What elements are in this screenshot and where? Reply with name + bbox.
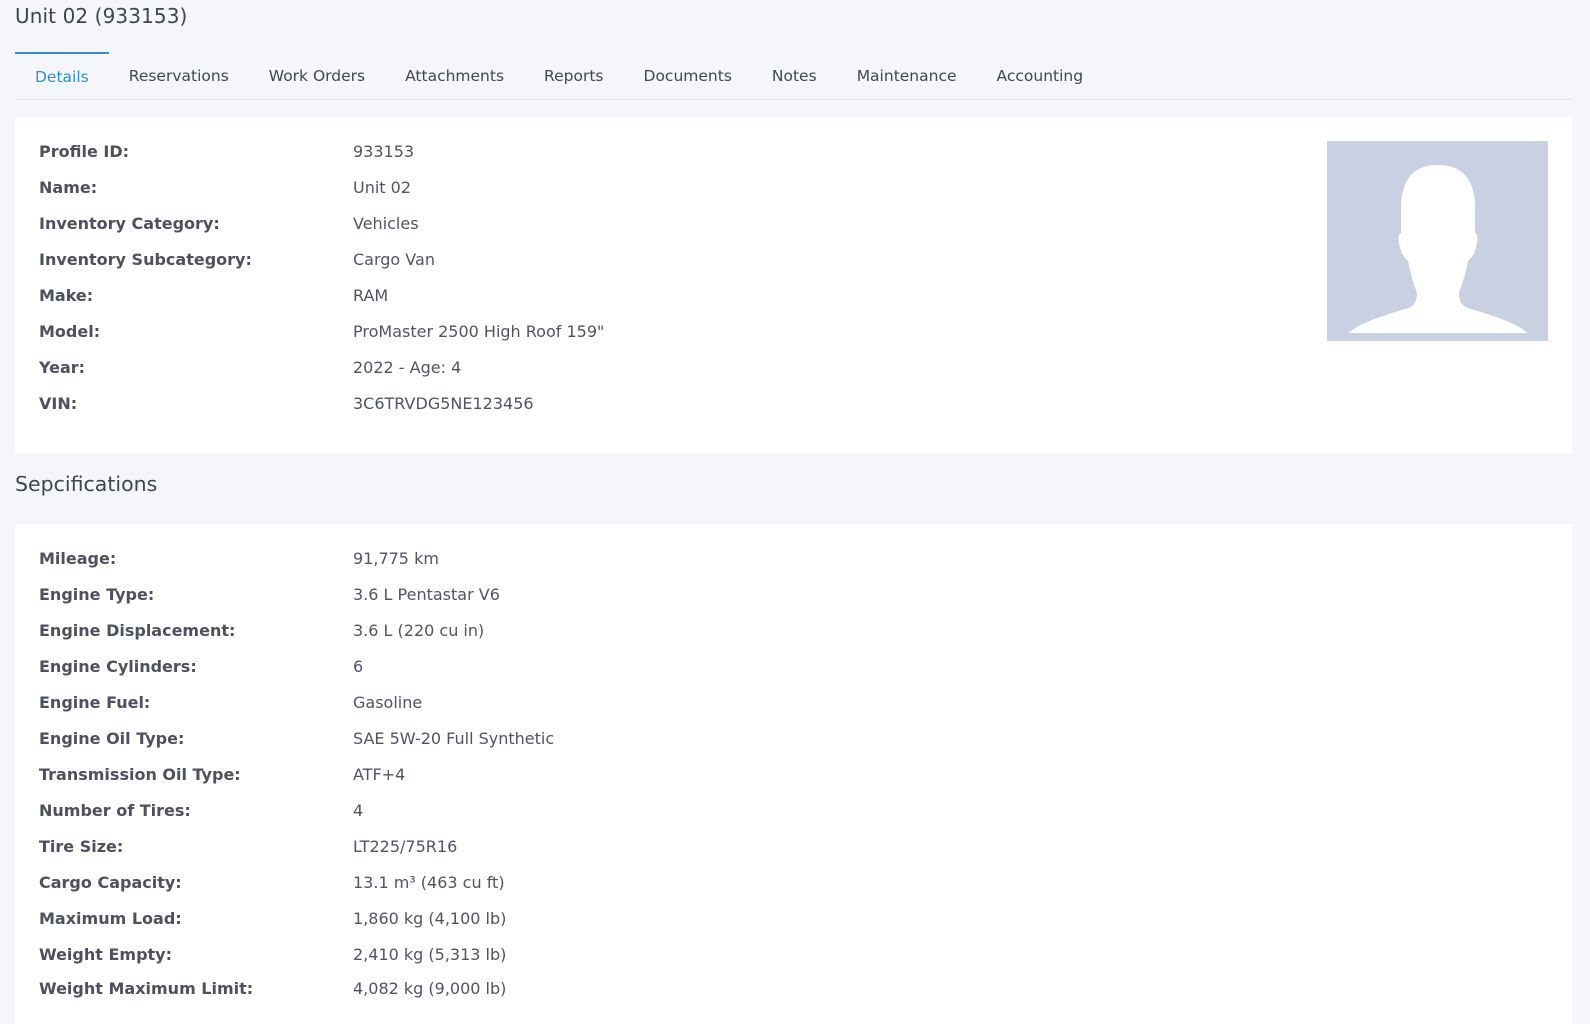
field-label: Maximum Load: <box>39 908 182 928</box>
detail-row-name: Name: Unit 02 <box>39 169 411 205</box>
spec-row-engine-fuel: Engine Fuel: Gasoline <box>39 684 422 720</box>
field-value: 13.1 m³ (463 cu ft) <box>353 872 505 892</box>
tab-notes[interactable]: Notes <box>752 52 837 99</box>
detail-row-make: Make: RAM <box>39 277 388 313</box>
field-value: 1,860 kg (4,100 lb) <box>353 908 507 928</box>
field-value: 3.6 L Pentastar V6 <box>353 584 500 604</box>
specifications-card: Mileage: 91,775 km Engine Type: 3.6 L Pe… <box>15 524 1572 1024</box>
tab-label: Maintenance <box>856 66 957 85</box>
tab-label: Details <box>35 68 89 86</box>
tab-work-orders[interactable]: Work Orders <box>249 52 385 99</box>
tab-details[interactable]: Details <box>15 52 109 99</box>
field-value: 2022 - Age: 4 <box>353 357 462 377</box>
field-label: Engine Oil Type: <box>39 728 185 748</box>
field-label: Engine Fuel: <box>39 692 151 712</box>
field-value: Gasoline <box>353 692 423 712</box>
field-label: Transmission Oil Type: <box>39 764 241 784</box>
field-value: 4,082 kg (9,000 lb) <box>353 978 507 998</box>
tab-attachments[interactable]: Attachments <box>385 52 524 99</box>
tab-accounting[interactable]: Accounting <box>977 52 1104 99</box>
spec-row-number-of-tires: Number of Tires: 4 <box>39 792 363 828</box>
detail-row-inventory-subcategory: Inventory Subcategory: Cargo Van <box>39 241 435 277</box>
field-label: Inventory Subcategory: <box>39 249 252 269</box>
spec-row-tire-size: Tire Size: LT225/75R16 <box>39 828 457 864</box>
field-label: Engine Displacement: <box>39 620 236 640</box>
tab-label: Documents <box>643 66 732 85</box>
spec-row-engine-oil-type: Engine Oil Type: SAE 5W-20 Full Syntheti… <box>39 720 554 756</box>
page-title: Unit 02 (933153) <box>15 4 188 28</box>
field-label: Tire Size: <box>39 836 124 856</box>
field-label: Weight Empty: <box>39 944 173 964</box>
field-value: ProMaster 2500 High Roof 159" <box>353 321 605 341</box>
tab-reservations[interactable]: Reservations <box>109 52 249 99</box>
field-label: Inventory Category: <box>39 213 220 233</box>
field-label: Number of Tires: <box>39 800 191 820</box>
spec-row-weight-empty: Weight Empty: 2,410 kg (5,313 lb) <box>39 936 506 972</box>
spec-row-engine-type: Engine Type: 3.6 L Pentastar V6 <box>39 576 500 612</box>
tab-label: Reports <box>544 66 604 85</box>
tab-documents[interactable]: Documents <box>624 52 752 99</box>
field-label: Engine Type: <box>39 584 155 604</box>
field-value: 3.6 L (220 cu in) <box>353 620 485 640</box>
field-label: Engine Cylinders: <box>39 656 197 676</box>
specifications-title: Sepcifications <box>15 472 158 496</box>
spec-row-cargo-capacity: Cargo Capacity: 13.1 m³ (463 cu ft) <box>39 864 505 900</box>
field-value: 933153 <box>353 141 415 161</box>
field-value: SAE 5W-20 Full Synthetic <box>353 728 555 748</box>
field-value: RAM <box>353 285 389 305</box>
details-card: Profile ID: 933153 Name: Unit 02 Invento… <box>15 117 1572 453</box>
field-label: Name: <box>39 177 98 197</box>
tab-bar: Details Reservations Work Orders Attachm… <box>15 52 1572 100</box>
field-label: Model: <box>39 321 101 341</box>
tab-reports[interactable]: Reports <box>524 52 623 99</box>
user-silhouette-icon <box>1327 165 1548 341</box>
detail-row-profile-id: Profile ID: 933153 <box>39 133 414 169</box>
field-label: VIN: <box>39 393 78 413</box>
tab-label: Notes <box>771 66 817 85</box>
field-value: 6 <box>353 656 364 676</box>
spec-row-mileage: Mileage: 91,775 km <box>39 540 439 576</box>
detail-row-year: Year: 2022 - Age: 4 <box>39 349 461 385</box>
field-value: LT225/75R16 <box>353 836 458 856</box>
field-label: Make: <box>39 285 94 305</box>
tab-label: Attachments <box>405 66 505 85</box>
detail-row-model: Model: ProMaster 2500 High Roof 159" <box>39 313 604 349</box>
spec-row-engine-cylinders: Engine Cylinders: 6 <box>39 648 363 684</box>
detail-row-inventory-category: Inventory Category: Vehicles <box>39 205 419 241</box>
field-value: Cargo Van <box>353 249 435 269</box>
detail-row-vin: VIN: 3C6TRVDG5NE123456 <box>39 385 534 421</box>
tab-label: Reservations <box>128 66 229 85</box>
spec-row-weight-maximum-limit: Weight Maximum Limit: 4,082 kg (9,000 lb… <box>39 970 506 1006</box>
field-label: Weight Maximum Limit: <box>39 978 254 998</box>
field-value: 91,775 km <box>353 548 439 568</box>
field-label: Mileage: <box>39 548 117 568</box>
spec-row-transmission-oil-type: Transmission Oil Type: ATF+4 <box>39 756 405 792</box>
field-value: Unit 02 <box>353 177 412 197</box>
field-value: 2,410 kg (5,313 lb) <box>353 944 507 964</box>
field-label: Cargo Capacity: <box>39 872 182 892</box>
field-label: Year: <box>39 357 86 377</box>
tab-maintenance[interactable]: Maintenance <box>837 52 977 99</box>
field-value: 3C6TRVDG5NE123456 <box>353 393 534 413</box>
avatar[interactable] <box>1327 141 1548 341</box>
field-value: ATF+4 <box>353 764 406 784</box>
tab-label: Accounting <box>996 66 1084 85</box>
field-value: 4 <box>353 800 364 820</box>
spec-row-engine-displacement: Engine Displacement: 3.6 L (220 cu in) <box>39 612 484 648</box>
field-value: Vehicles <box>353 213 419 233</box>
tab-label: Work Orders <box>268 66 366 85</box>
field-label: Profile ID: <box>39 141 130 161</box>
spec-row-maximum-load: Maximum Load: 1,860 kg (4,100 lb) <box>39 900 506 936</box>
